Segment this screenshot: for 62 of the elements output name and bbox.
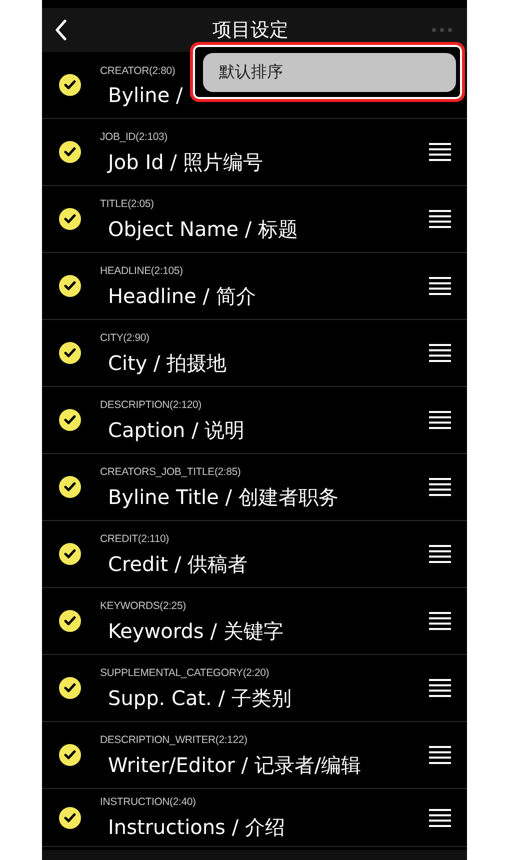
checkmark-icon — [64, 80, 76, 90]
checkbox[interactable] — [59, 74, 81, 96]
field-code: CREDIT(2:110) — [100, 532, 169, 544]
chevron-left-icon — [54, 19, 68, 41]
checkmark-icon — [64, 750, 76, 760]
checkmark-icon — [64, 482, 76, 492]
drag-handle-icon[interactable] — [429, 344, 451, 362]
checkbox[interactable] — [59, 409, 81, 431]
field-name: Byline / — [108, 83, 183, 107]
field-code: JOB_ID(2:103) — [100, 130, 168, 142]
field-code: HEADLINE(2:105) — [100, 264, 183, 276]
checkbox[interactable] — [59, 275, 81, 297]
checkmark-icon — [64, 147, 76, 157]
checkmark-icon — [64, 348, 76, 358]
field-code: KEYWORDS(2:25) — [100, 600, 186, 612]
checkbox[interactable] — [59, 342, 81, 364]
checkmark-icon — [64, 415, 76, 425]
drag-handle-icon[interactable] — [429, 746, 451, 764]
checkbox[interactable] — [59, 806, 81, 828]
field-code: TITLE(2:05) — [100, 198, 154, 210]
field-code: DESCRIPTION_WRITER(2:122) — [100, 734, 248, 746]
checkmark-icon — [64, 214, 76, 224]
checkmark-icon — [64, 683, 76, 693]
field-code: INSTRUCTION(2:40) — [100, 796, 196, 808]
menu-item[interactable]: 默认排序 — [203, 53, 456, 92]
field-name: Writer/Editor / 记录者/编辑 — [108, 752, 362, 778]
field-name: Byline Title / 创建者职务 — [108, 484, 338, 510]
field-code: CITY(2:90) — [100, 332, 150, 344]
field-name: Object Name / 标题 — [108, 216, 298, 242]
field-name: Keywords / 关键字 — [108, 618, 284, 644]
field-code: CREATORS_JOB_TITLE(2:85) — [100, 466, 241, 478]
checkbox[interactable] — [59, 677, 81, 699]
field-name: Job Id / 照片编号 — [108, 148, 264, 176]
drag-handle-icon[interactable] — [429, 277, 451, 295]
drag-handle-icon[interactable] — [429, 808, 451, 826]
checkmark-icon — [64, 281, 76, 291]
drag-handle-icon[interactable] — [429, 478, 451, 496]
checkmark-icon — [64, 616, 76, 626]
checkbox[interactable] — [59, 543, 81, 565]
field-code: SUPPLEMENTAL_CATEGORY(2:20) — [100, 666, 270, 678]
field-name: Caption / 说明 — [108, 416, 245, 444]
checkbox[interactable] — [59, 476, 81, 498]
checkbox[interactable] — [59, 141, 81, 163]
field-name: City / 拍摄地 — [108, 350, 227, 376]
field-name: Supp. Cat. / 子类别 — [108, 684, 292, 712]
checkmark-icon — [64, 549, 76, 559]
screen-title: 项目设定 — [212, 18, 288, 43]
field-name: Headline / 简介 — [108, 282, 256, 310]
field-name: Credit / 供稿者 — [108, 550, 248, 578]
drag-handle-icon[interactable] — [429, 612, 451, 630]
checkbox[interactable] — [59, 744, 81, 766]
checkbox[interactable] — [59, 208, 81, 230]
drag-handle-icon[interactable] — [429, 545, 451, 563]
drag-handle-icon[interactable] — [429, 143, 451, 161]
field-name: Instructions / 介绍 — [108, 814, 285, 841]
drag-handle-icon[interactable] — [429, 210, 451, 228]
checkbox[interactable] — [59, 610, 81, 632]
drag-handle-icon[interactable] — [429, 411, 451, 429]
drag-handle-icon[interactable] — [429, 679, 451, 697]
field-code: CREATOR(2:80) — [100, 65, 176, 77]
field-code: DESCRIPTION(2:120) — [100, 398, 202, 410]
checkmark-icon — [64, 812, 76, 822]
